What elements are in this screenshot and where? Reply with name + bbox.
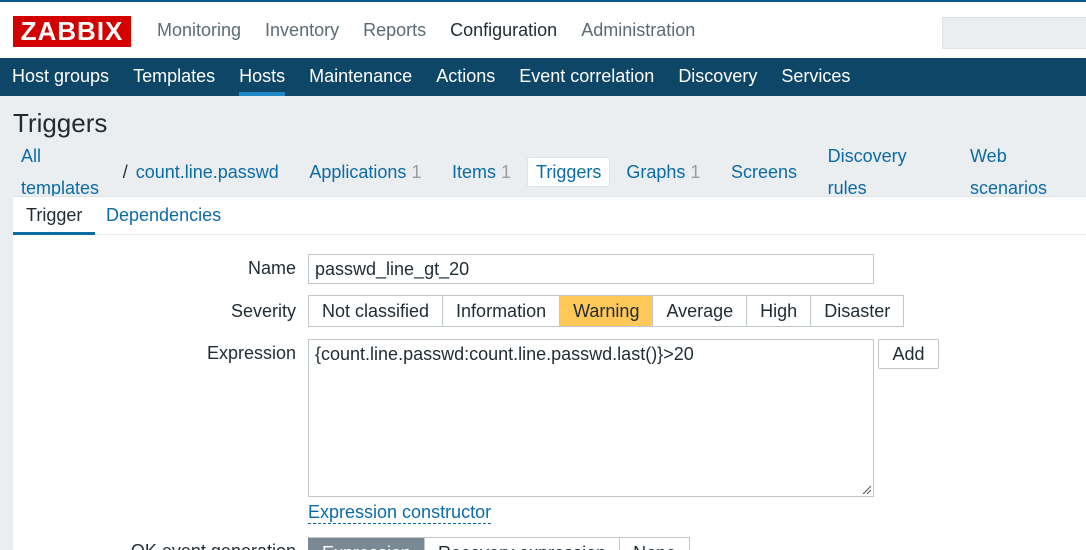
all-templates-link[interactable]: All templates <box>13 140 123 204</box>
submenu-maintenance[interactable]: Maintenance <box>297 58 424 96</box>
expression-text: {count.line.passwd:count.line.passwd.las… <box>315 344 694 364</box>
ok-event-generation-label: OK event generation <box>13 541 296 550</box>
submenu-actions[interactable]: Actions <box>424 58 507 96</box>
severity-label: Severity <box>230 301 296 321</box>
tab-dependencies[interactable]: Dependencies <box>93 197 234 235</box>
ok-event-selector: Expression Recovery expression None <box>308 537 691 550</box>
web-scenarios-link[interactable]: Web scenarios <box>962 140 1086 204</box>
severity-high[interactable]: High <box>747 295 812 327</box>
submenu-host-groups[interactable]: Host groups <box>0 58 121 96</box>
search-input[interactable] <box>942 17 1086 49</box>
submenu-services[interactable]: Services <box>769 58 862 96</box>
severity-information[interactable]: Information <box>443 295 561 327</box>
name-field[interactable]: passwd_line_gt_20 <box>308 254 874 284</box>
items-label: Items <box>452 162 497 182</box>
ok-event-recovery-expression[interactable]: Recovery expression <box>425 537 621 550</box>
submenu-hosts[interactable]: Hosts <box>227 58 297 96</box>
submenu-event-correlation[interactable]: Event correlation <box>507 58 666 96</box>
template-link[interactable]: count.line.passwd <box>128 156 287 188</box>
ok-event-expression[interactable]: Expression <box>308 537 426 550</box>
name-label: Name <box>247 258 296 278</box>
menu-monitoring[interactable]: Monitoring <box>145 2 253 60</box>
add-button[interactable]: Add <box>878 339 939 369</box>
applications-link[interactable]: Applications 1 <box>301 156 429 188</box>
trigger-form-panel: Trigger Dependencies Name passwd_line_gt… <box>13 196 1086 550</box>
triggers-tab-active[interactable]: Triggers <box>527 157 611 187</box>
main-menu: Monitoring Inventory Reports Configurati… <box>145 2 707 60</box>
severity-disaster[interactable]: Disaster <box>811 295 905 327</box>
graphs-link[interactable]: Graphs 1 <box>618 156 708 188</box>
page-title: Triggers <box>13 108 108 138</box>
severity-average[interactable]: Average <box>653 295 748 327</box>
discovery-rules-link[interactable]: Discovery rules <box>820 140 948 204</box>
items-count: 1 <box>501 162 512 182</box>
sub-menu: Host groups Templates Hosts Maintenance … <box>0 58 1086 96</box>
screens-link[interactable]: Screens <box>723 156 805 188</box>
graphs-label: Graphs <box>626 162 686 182</box>
zabbix-logo[interactable]: ZABBIX <box>13 16 131 47</box>
submenu-discovery[interactable]: Discovery <box>666 58 769 96</box>
menu-reports[interactable]: Reports <box>351 2 438 60</box>
items-link[interactable]: Items 1 <box>444 156 519 188</box>
expression-textarea[interactable]: {count.line.passwd:count.line.passwd.las… <box>308 339 874 497</box>
applications-label: Applications <box>309 162 407 182</box>
ok-event-none[interactable]: None <box>620 537 691 550</box>
severity-selector: Not classified Information Warning Avera… <box>308 295 905 327</box>
menu-administration[interactable]: Administration <box>569 2 707 60</box>
menu-configuration[interactable]: Configuration <box>438 2 569 60</box>
expression-label: Expression <box>206 343 296 363</box>
submenu-templates[interactable]: Templates <box>121 58 227 96</box>
resize-handle-icon[interactable] <box>861 484 871 494</box>
graphs-count: 1 <box>690 162 701 182</box>
form-tabs: Trigger Dependencies <box>13 197 1086 235</box>
applications-count: 1 <box>411 162 422 182</box>
top-header: ZABBIX Monitoring Inventory Reports Conf… <box>0 0 1086 58</box>
expression-constructor-link[interactable]: Expression constructor <box>308 501 492 524</box>
menu-inventory[interactable]: Inventory <box>253 2 351 60</box>
breadcrumb: All templates / count.line.passwd Applic… <box>13 146 1086 198</box>
tab-trigger[interactable]: Trigger <box>13 197 96 235</box>
severity-not-classified[interactable]: Not classified <box>308 295 444 327</box>
severity-warning[interactable]: Warning <box>560 295 654 327</box>
